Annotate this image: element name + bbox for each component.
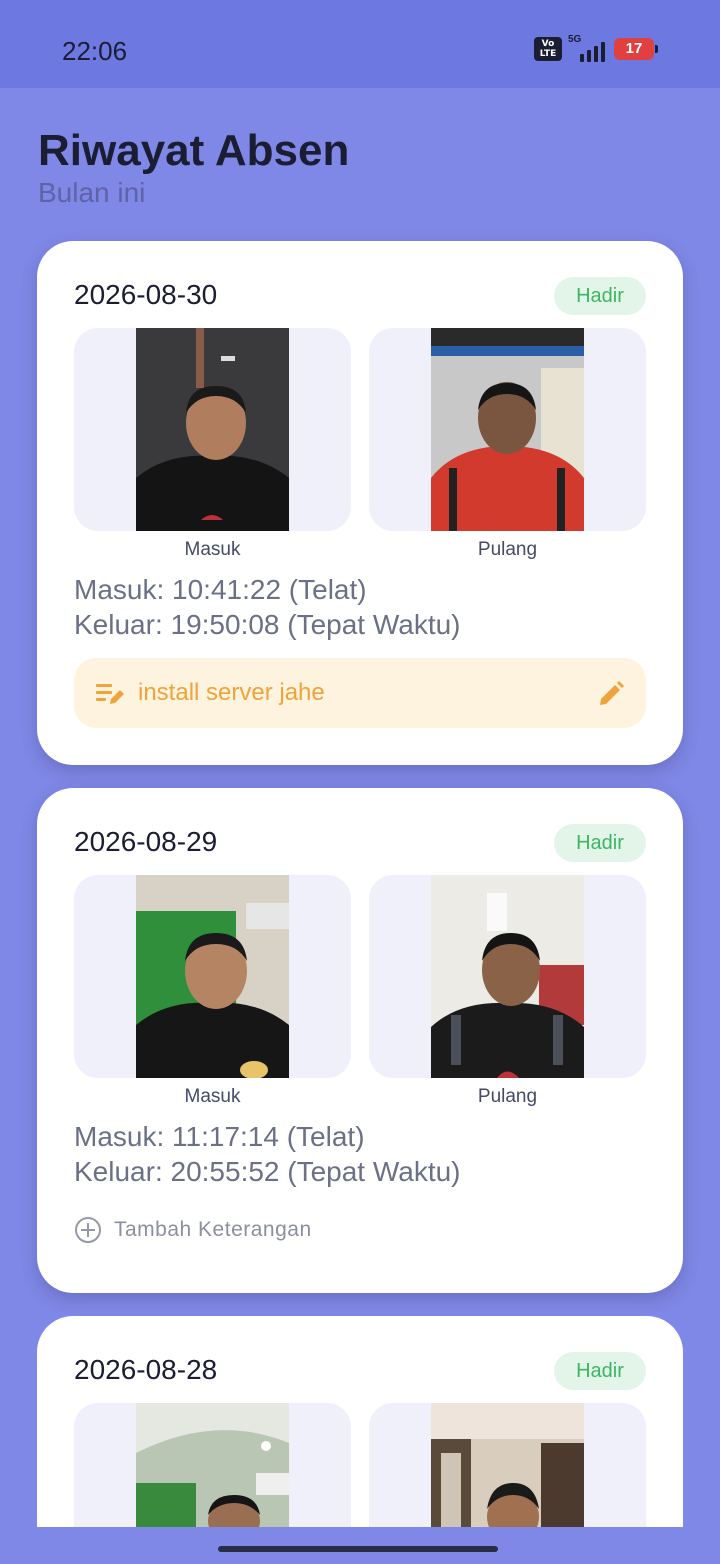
battery-icon: 17 [614,38,658,60]
attendance-date: 2026-08-29 [74,826,218,857]
check-in-photo-image [136,328,289,531]
check-out-photo-label: Pulang [477,1086,538,1107]
check-in-photo-label: Masuk [184,539,241,560]
attendance-card: 2026-08-30 Hadir Masuk Pulang Masuk: 10:… [37,241,683,765]
check-in-photo[interactable] [74,875,351,1078]
check-out-time: Keluar: 20:55:52 (Tepat Waktu) [74,1156,461,1187]
add-circle-icon [75,1217,101,1243]
status-icons: Vo LTE 5G 17 [534,34,658,62]
check-in-time: Masuk: 11:17:14 (Telat) [74,1121,365,1152]
check-in-time: Masuk: 10:41:22 (Telat) [74,574,367,605]
attendance-card: 2026-08-28 Hadir [37,1316,683,1527]
check-out-photo[interactable] [369,1403,646,1527]
status-badge: Hadir [554,824,646,862]
notes-icon [96,684,124,704]
check-in-photo-label: Masuk [184,1086,241,1107]
attendance-date: 2026-08-28 [74,1354,218,1385]
check-in-photo-image [136,875,289,1078]
check-out-photo-image [431,328,584,531]
status-bar: 22:06 Vo LTE 5G 17 [0,0,720,88]
add-note-button[interactable]: Tambah Keterangan [74,1216,312,1244]
signal-icon: 5G [568,34,608,62]
attendance-date: 2026-08-30 [74,279,218,310]
check-out-photo-image [431,875,584,1078]
add-note-label: Tambah Keterangan [114,1218,312,1241]
check-out-photo-label: Pulang [477,539,538,560]
volte-icon: Vo LTE [534,37,562,61]
edit-pencil-icon[interactable] [598,681,624,707]
status-time: 22:06 [62,36,128,66]
check-out-time: Keluar: 19:50:08 (Tepat Waktu) [74,609,461,640]
check-in-photo-image [136,1403,289,1527]
attendance-card: 2026-08-29 Hadir Masuk Pulang Masuk: 11:… [37,788,683,1293]
check-out-photo-image [431,1403,584,1527]
check-in-photo[interactable] [74,328,351,531]
status-badge: Hadir [554,277,646,315]
page-subtitle: Bulan ini [38,177,146,208]
page-title: Riwayat Absen [38,126,350,175]
note-text: install server jahe [138,679,325,706]
home-indicator[interactable] [218,1546,498,1552]
note-box[interactable]: install server jahe [74,658,646,728]
check-in-photo[interactable] [74,1403,351,1527]
check-out-photo[interactable] [369,328,646,531]
status-badge: Hadir [554,1352,646,1390]
check-out-photo[interactable] [369,875,646,1078]
